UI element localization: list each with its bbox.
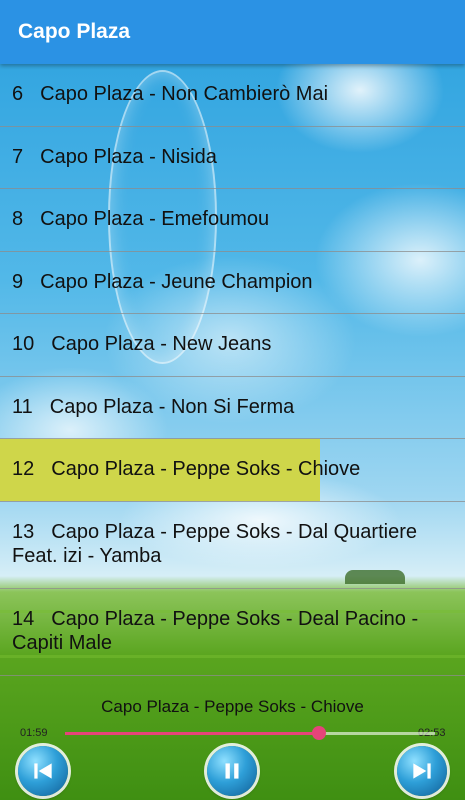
track-number: 8 [12,208,24,230]
track-row[interactable]: 8 Capo Plaza - Emefoumou [0,189,465,252]
now-playing-title: Capo Plaza - Peppe Soks - Chiove [101,697,364,716]
skip-next-icon [413,763,431,779]
track-title: Capo Plaza - Peppe Soks - Deal Pacino - … [12,608,419,654]
track-number: 14 [12,608,35,630]
track-title: Capo Plaza - Peppe Soks - Dal Quartiere … [12,521,417,567]
seek-bar[interactable] [65,726,435,740]
track-row-selected[interactable]: 12 Capo Plaza - Peppe Soks - Chiove [0,439,465,502]
track-title: Capo Plaza - Nisida [40,146,217,168]
track-row[interactable]: 13 Capo Plaza - Peppe Soks - Dal Quartier… [0,502,465,589]
track-title: Capo Plaza - Non Cambierò Mai [40,83,329,105]
track-row[interactable]: 14 Capo Plaza - Peppe Soks - Deal Pacino … [0,589,465,676]
track-title: Capo Plaza - Emefoumou [40,208,270,230]
track-number: 10 [12,333,35,355]
track-number: 9 [12,271,24,293]
track-row[interactable]: 10 Capo Plaza - New Jeans [0,314,465,377]
seek-bar-progress [65,732,320,735]
track-list[interactable]: 6 Capo Plaza - Non Cambierò Mai 7 Capo Pla… [0,64,465,676]
pause-icon [225,763,239,779]
track-number: 12 [12,458,35,480]
track-number: 13 [12,521,35,543]
track-title: Capo Plaza - Non Si Ferma [49,396,295,418]
track-number: 11 [12,396,33,418]
track-row[interactable]: 7 Capo Plaza - Nisida [0,127,465,189]
track-title: Capo Plaza - New Jeans [51,333,272,355]
skip-previous-icon [34,763,52,779]
app-bar: Capo Plaza [0,0,465,64]
track-row[interactable]: 9 Capo Plaza - Jeune Champion [0,252,465,314]
track-title: Capo Plaza - Peppe Soks - Chiove [51,458,361,480]
previous-button[interactable] [18,746,68,796]
track-number: 6 [12,83,24,105]
track-row[interactable]: 6 Capo Plaza - Non Cambierò Mai [0,64,465,127]
track-title: Capo Plaza - Jeune Champion [40,271,313,293]
track-number: 7 [12,146,24,168]
app-title: Capo Plaza [18,20,131,43]
pause-button[interactable] [207,746,257,796]
track-row[interactable]: 11 Capo Plaza - Non Si Ferma [0,377,465,439]
next-button[interactable] [397,746,447,796]
elapsed-time: 01:59 [20,727,48,739]
